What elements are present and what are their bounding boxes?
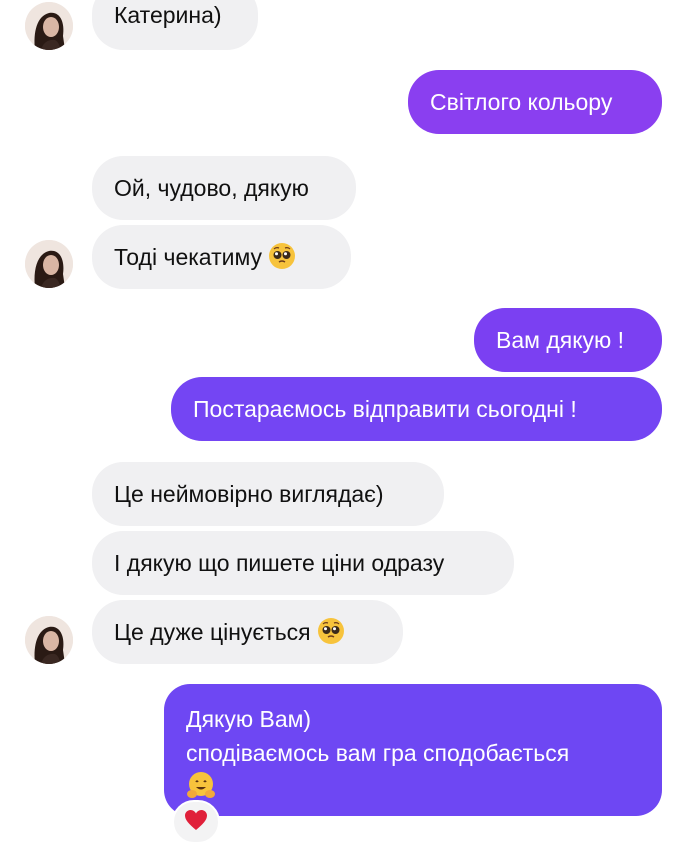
message-text-line: сподіваємось вам гра сподобається <box>186 740 570 766</box>
message-incoming[interactable]: Це дуже цінується <box>92 600 403 664</box>
contact-avatar[interactable] <box>25 240 73 288</box>
hugging-face-icon <box>186 770 640 800</box>
contact-avatar[interactable] <box>25 2 73 50</box>
avatar-photo-icon <box>25 616 73 664</box>
message-text: Вам дякую ! <box>496 327 625 353</box>
message-incoming[interactable]: Катерина) <box>92 0 258 50</box>
message-text: Катерина) <box>114 2 222 28</box>
message-text: Тоді чекатиму <box>114 244 263 270</box>
message-text: І дякую що пишете ціни одразу <box>114 550 445 576</box>
pleading-face-icon <box>317 617 345 645</box>
avatar-photo-icon <box>25 2 73 50</box>
red-heart-icon <box>184 809 208 836</box>
message-text-line: Дякую Вам) <box>186 706 312 732</box>
message-text: Ой, чудово, дякую <box>114 175 309 201</box>
message-outgoing[interactable]: Постараємось відправити сьогодні ! <box>171 377 662 441</box>
contact-avatar[interactable] <box>25 616 73 664</box>
message-text: Світлого кольору <box>430 89 613 115</box>
message-outgoing[interactable]: Світлого кольору <box>408 70 662 134</box>
message-outgoing[interactable]: Дякую Вам) сподіваємось вам гра сподобає… <box>164 684 662 816</box>
message-incoming[interactable]: Тоді чекатиму <box>92 225 351 289</box>
avatar-photo-icon <box>25 240 73 288</box>
reaction-badge[interactable] <box>172 800 220 844</box>
pleading-face-icon <box>268 242 296 270</box>
message-text: Це неймовірно виглядає) <box>114 481 384 507</box>
message-incoming[interactable]: І дякую що пишете ціни одразу <box>92 531 514 595</box>
message-outgoing[interactable]: Вам дякую ! <box>474 308 662 372</box>
message-text: Постараємось відправити сьогодні ! <box>193 396 577 422</box>
message-incoming[interactable]: Ой, чудово, дякую <box>92 156 356 220</box>
message-text: Це дуже цінується <box>114 619 311 645</box>
message-incoming[interactable]: Це неймовірно виглядає) <box>92 462 444 526</box>
